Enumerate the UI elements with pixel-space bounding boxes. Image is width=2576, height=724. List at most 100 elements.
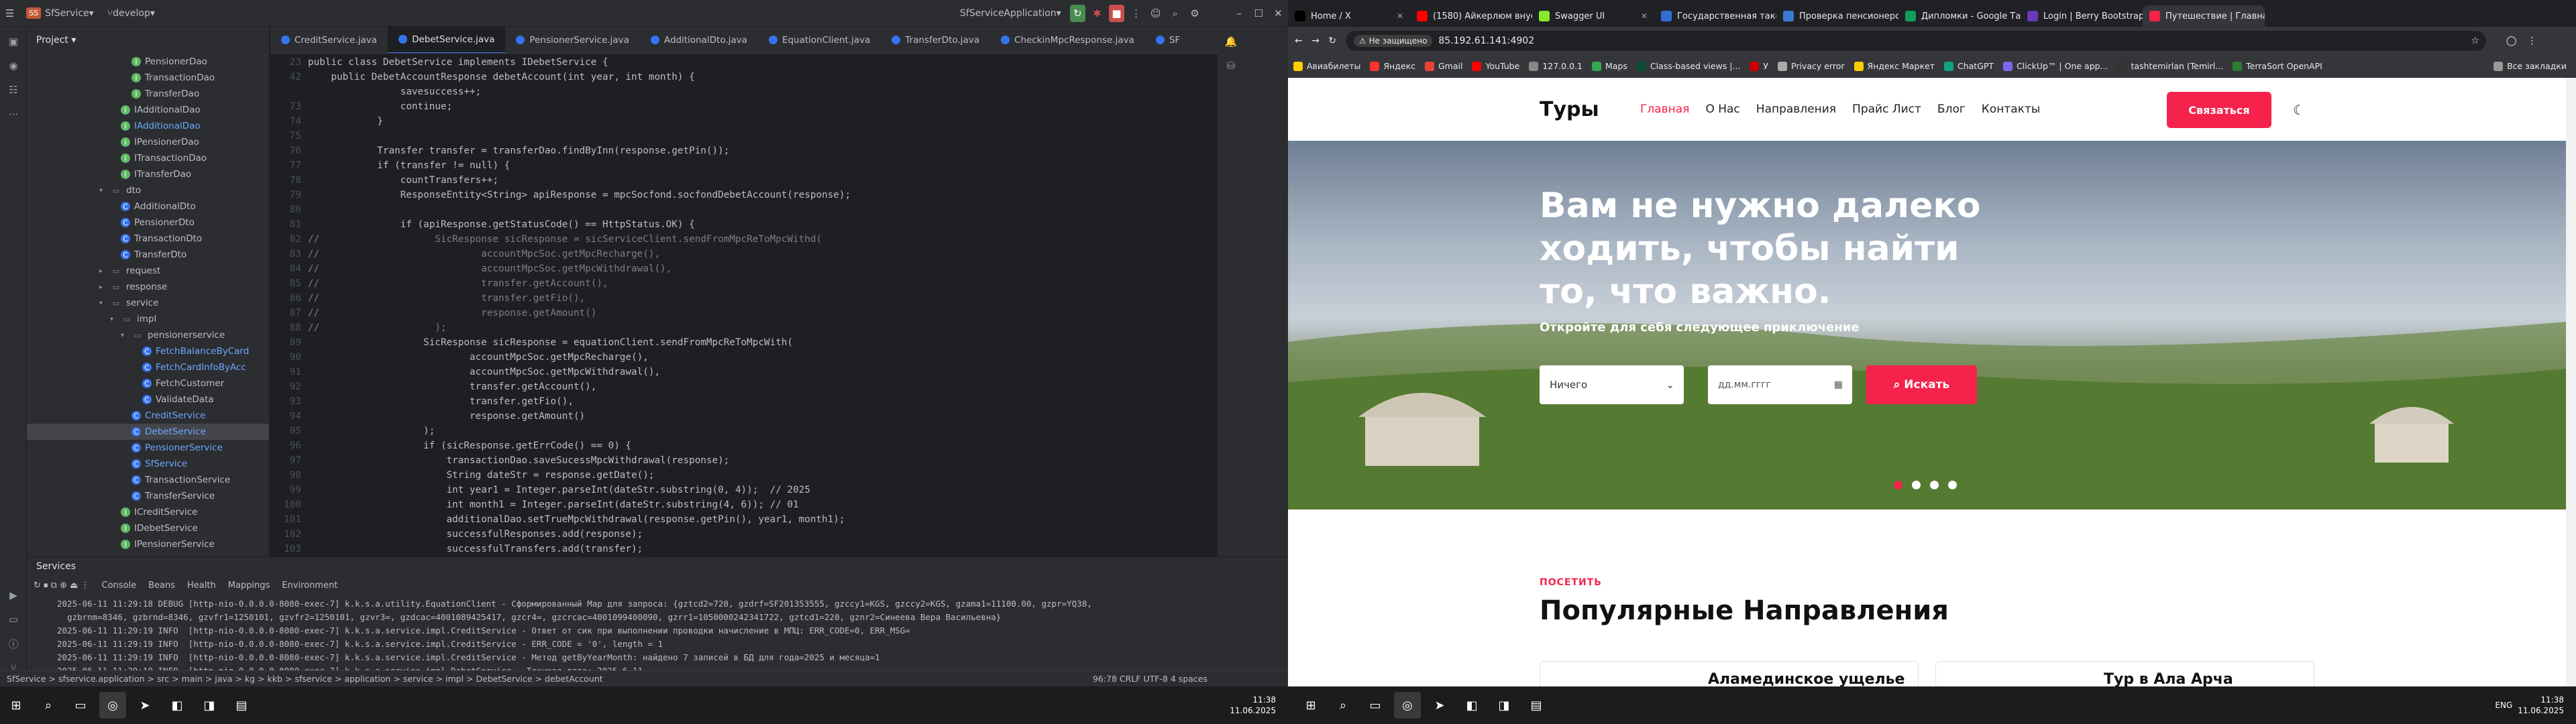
telegram-taskbar-icon[interactable]: ➤	[1426, 692, 1453, 719]
tree-item[interactable]: I IPensionerService	[27, 536, 269, 552]
expand-arrow-icon[interactable]: ▾	[110, 316, 121, 323]
code-line[interactable]: transfer.getFio(),	[308, 394, 574, 409]
tree-item[interactable]: C TransferDto	[27, 247, 269, 263]
tree-item[interactable]: I IAdditionalDao	[27, 102, 269, 118]
rerun-icon[interactable]: ↻	[1069, 4, 1085, 22]
back-icon[interactable]: ←	[1295, 36, 1303, 46]
tree-item[interactable]: I IAdditionalDao	[27, 118, 269, 134]
lang-indicator[interactable]: ENG	[2495, 701, 2512, 710]
tree-item[interactable]: ▾ ▭ service	[27, 295, 269, 311]
slider-dot-4[interactable]	[1948, 481, 1957, 489]
stop-icon[interactable]: ■	[1108, 4, 1125, 22]
tree-item[interactable]: I TransferDao	[27, 86, 269, 102]
bookmark-item[interactable]: У	[1750, 61, 1768, 71]
close-icon[interactable]: ✕	[1271, 5, 1286, 22]
commit-icon[interactable]: ◉	[4, 56, 23, 75]
log-line[interactable]: gzbrnm=8346, gzbrnd=8346, gzvfr1=1250101…	[57, 611, 1191, 624]
minimize-icon[interactable]: –	[1232, 5, 1247, 22]
status-right[interactable]: 96:78 CRLF UTF-8 4 spaces	[1093, 674, 1208, 684]
code-line[interactable]: ResponseEntity<String> apiResponse = mpc…	[308, 188, 851, 202]
bookmark-item[interactable]: ChatGPT	[1944, 61, 1994, 71]
browser-tab[interactable]: Государственная такса✕	[1654, 5, 1776, 27]
star-icon[interactable]: ☆	[2471, 36, 2479, 46]
run-config-selector[interactable]: SfServiceApplication ▾	[953, 0, 1068, 27]
tree-item[interactable]: C FetchBalanceByCard	[27, 343, 269, 359]
debug-icon[interactable]: ✱	[1089, 5, 1105, 22]
page-scrollbar[interactable]	[2566, 78, 2576, 686]
bookmark-item[interactable]: TerraSort OpenAPI	[2233, 61, 2322, 71]
close-tab-icon[interactable]: ✕	[1641, 11, 1648, 21]
date-input[interactable]: дд.мм.гггг ▦	[1708, 365, 1852, 404]
code-line[interactable]: continue;	[308, 99, 452, 114]
contact-button[interactable]: Связаться	[2167, 92, 2271, 128]
bookmark-item[interactable]: tashtemirlan (Temirl...	[2117, 61, 2223, 71]
log-line[interactable]: 2025-06-11 11:29:19 INFO [http-nio-0.0.0…	[57, 624, 1191, 638]
search-taskbar-icon[interactable]: ⌕	[35, 692, 62, 719]
editor-tab[interactable]: PensionerService.java	[505, 27, 639, 53]
explorer-taskbar-icon[interactable]: ▤	[1523, 692, 1550, 719]
tree-item[interactable]: ▸ ▭ response	[27, 279, 269, 295]
editor-tab[interactable]: DebetService.java	[388, 27, 506, 53]
bookmark-item[interactable]: 127.0.0.1	[1529, 61, 1582, 71]
code-line[interactable]: // accountMpcSoc.getMpcRecharge(),	[308, 247, 660, 261]
expand-arrow-icon[interactable]: ▾	[99, 187, 110, 194]
code-line[interactable]: int year1 = Integer.parseInt(dateStr.sub…	[308, 483, 810, 497]
tree-item[interactable]: C PensionerService	[27, 440, 269, 456]
explorer-taskbar-icon[interactable]: ▤	[228, 692, 255, 719]
tree-item[interactable]: ▾ ▭ dto	[27, 182, 269, 198]
destination-card-2[interactable]: Тур в Ала Арча	[1935, 661, 2314, 686]
database-icon[interactable]: ⛁	[1222, 56, 1240, 75]
tree-item[interactable]: ▾ ▭ impl	[27, 311, 269, 327]
code-line[interactable]: public class DebetService implements IDe…	[308, 55, 608, 70]
bookmark-item[interactable]: Яндекс	[1370, 61, 1415, 71]
tree-item[interactable]: I TransactionDao	[27, 70, 269, 86]
hamburger-menu-icon[interactable]: ☰	[2, 5, 17, 22]
tree-item[interactable]: C AdditionalDto	[27, 198, 269, 215]
log-line[interactable]: 2025-06-11 11:29:18 DEBUG [http-nio-0.0.…	[57, 597, 1191, 611]
site-logo[interactable]: Туры	[1540, 98, 1599, 121]
account-icon[interactable]: ☺	[1148, 5, 1163, 22]
site-menu-item[interactable]: Прайс Лист	[1852, 103, 1921, 116]
bookmark-item[interactable]: Авиабилеты	[1293, 61, 1360, 71]
site-menu-item[interactable]: Главная	[1640, 103, 1689, 116]
branch-switcher[interactable]: ⑂ develop ▾	[101, 0, 162, 27]
chrome-menu-icon[interactable]: ⋮	[2528, 36, 2537, 46]
code-line[interactable]: additionalDao.setTrueMpcWithdrawal(respo…	[308, 512, 845, 527]
services-tab[interactable]: Mappings	[228, 581, 270, 591]
code-line[interactable]: accountMpcSoc.getMpcWithdrawal(),	[308, 365, 660, 379]
windows-start-icon[interactable]: ⊞	[1297, 692, 1324, 719]
tree-item[interactable]: C ValidateData	[27, 391, 269, 408]
bookmark-item[interactable]: Яндекс Маркет	[1854, 61, 1935, 71]
expand-arrow-icon[interactable]: ▾	[121, 332, 131, 339]
services-tab[interactable]: Environment	[282, 581, 337, 591]
app-taskbar-icon[interactable]: ◨	[1491, 692, 1517, 719]
task-view-icon[interactable]: ▭	[1362, 692, 1389, 719]
editor-tab[interactable]: EquationClient.java	[758, 27, 881, 53]
tree-item[interactable]: C CreditService	[27, 408, 269, 424]
tree-item[interactable]: C SfService	[27, 456, 269, 472]
tree-item[interactable]: I ITransactionDao	[27, 150, 269, 166]
code-line[interactable]: if (apiResponse.getStatusCode() == HttpS…	[308, 217, 695, 232]
slider-dot-1[interactable]	[1894, 481, 1902, 489]
bookmark-item[interactable]: Maps	[1591, 61, 1627, 71]
code-line[interactable]: Transfer transfer = transferDao.findByIn…	[308, 143, 729, 158]
code-line[interactable]: SicResponse sicResponse = equationClient…	[308, 335, 793, 350]
editor-tab[interactable]: TransferDto.java	[881, 27, 990, 53]
profile-icon[interactable]: ◯	[2506, 36, 2517, 46]
editor-tab[interactable]: AdditionalDto.java	[640, 27, 758, 53]
tree-item[interactable]: C TransactionDto	[27, 231, 269, 247]
intellij-taskbar-icon[interactable]: ◧	[1458, 692, 1485, 719]
code-line[interactable]: }	[308, 114, 383, 129]
services-icon[interactable]: ▶	[4, 586, 23, 605]
code-line[interactable]: // accountMpcSoc.getMpcWithdrawal(),	[308, 261, 672, 276]
clock-left[interactable]: 11:38 11.06.2025	[1230, 695, 1276, 716]
code-line[interactable]: // SicResponse sicResponse = sicServiceC…	[308, 232, 822, 247]
code-line[interactable]: );	[308, 424, 435, 438]
maximize-icon[interactable]: ☐	[1251, 5, 1267, 22]
console-log[interactable]: 2025-06-11 11:29:18 DEBUG [http-nio-0.0.…	[57, 597, 1191, 678]
folder-icon[interactable]: ▣	[4, 32, 23, 51]
editor-tab[interactable]: SF	[1145, 27, 1191, 53]
editor-tab[interactable]: CheckinMpcResponse.java	[990, 27, 1145, 53]
bookmark-item[interactable]: Gmail	[1425, 61, 1462, 71]
reload-icon[interactable]: ↻	[1328, 36, 1336, 46]
